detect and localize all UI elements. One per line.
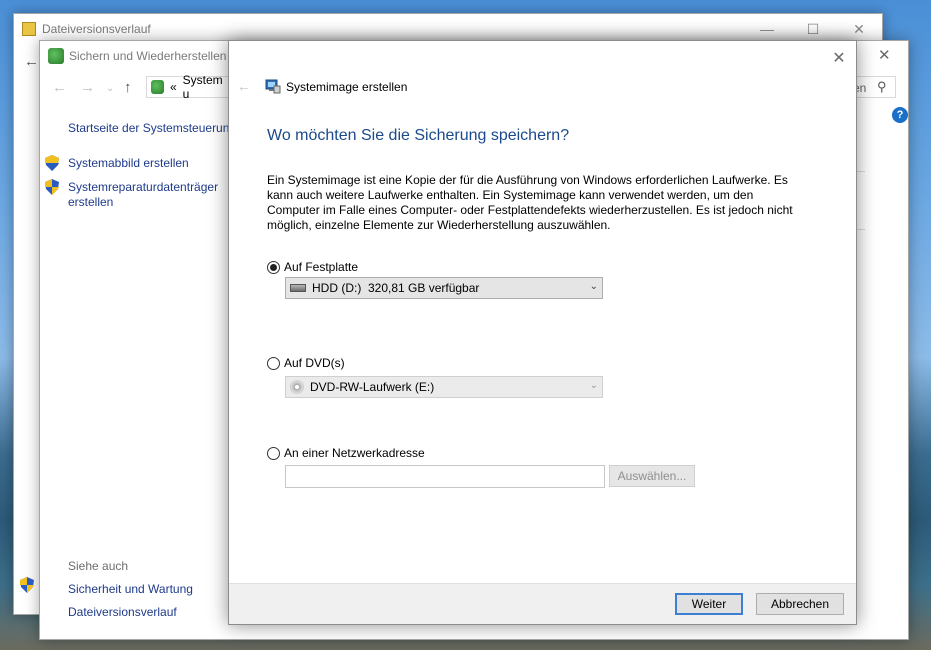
dialog-title: Systemimage erstellen — [286, 80, 408, 94]
cancel-button[interactable]: Abbrechen — [756, 593, 844, 615]
help-icon[interactable]: ? — [892, 107, 908, 123]
address-bar[interactable]: « System u — [146, 73, 230, 101]
system-image-icon — [265, 78, 281, 94]
shield-icon — [45, 179, 59, 195]
see-also-label: Siehe auch — [68, 559, 129, 573]
hard-disk-radio[interactable] — [267, 261, 280, 274]
hard-disk-selected: HDD (D:) 320,81 GB verfügbar — [312, 281, 480, 295]
address-text: System u — [182, 73, 223, 101]
network-label[interactable]: An einer Netzwerkadresse — [284, 446, 425, 460]
hard-disk-label[interactable]: Auf Festplatte — [284, 260, 358, 274]
network-address-input — [285, 465, 605, 488]
close-icon[interactable]: ✕ — [878, 46, 891, 64]
browse-button: Auswählen... — [609, 465, 695, 487]
close-icon[interactable]: ✕ — [828, 47, 850, 69]
dvd-radio[interactable] — [267, 357, 280, 370]
file-history-title: Dateiversionsverlauf — [42, 22, 151, 36]
task-create-system-image[interactable]: Systemabbild erstellen — [68, 156, 189, 171]
system-image-dialog: ✕ ← Systemimage erstellen Wo möchten Sie… — [228, 40, 857, 625]
dialog-heading: Wo möchten Sie die Sicherung speichern? — [267, 127, 570, 144]
see-also-file-history[interactable]: Dateiversionsverlauf — [68, 605, 177, 620]
chevron-down-icon: ⌄ — [589, 380, 598, 391]
backup-restore-app-icon — [48, 48, 64, 64]
backup-restore-title: Sichern und Wiederherstellen ( — [69, 49, 234, 63]
chevron-down-icon: ⌄ — [589, 281, 598, 292]
back-arrow-icon[interactable]: ← — [237, 78, 251, 94]
hard-drive-icon — [290, 284, 306, 292]
dvd-label[interactable]: Auf DVD(s) — [284, 356, 345, 370]
nav-recent-chevron-icon[interactable]: ⌄ — [106, 83, 114, 94]
search-icon: ⚲ — [877, 79, 887, 94]
nav-up-icon[interactable]: ↑ — [124, 79, 132, 96]
task-create-repair-disc[interactable]: Systemreparaturdatenträger erstellen — [68, 180, 218, 210]
address-prefix: « — [169, 80, 177, 94]
control-panel-home-link[interactable]: Startseite der Systemsteuerung — [68, 121, 236, 136]
back-arrow-icon[interactable]: ← — [24, 53, 39, 70]
next-button[interactable]: Weiter — [675, 593, 743, 615]
address-icon — [151, 80, 164, 94]
shield-icon — [20, 577, 34, 593]
nav-back-icon[interactable]: ← — [52, 79, 67, 96]
dvd-select: DVD-RW-Laufwerk (E:) ⌄ — [285, 376, 603, 398]
shield-icon — [45, 155, 59, 171]
task-create-repair-disc-line2: erstellen — [68, 195, 114, 209]
dvd-drive-icon — [290, 380, 304, 394]
see-also-security-maintenance[interactable]: Sicherheit und Wartung — [68, 582, 193, 597]
dialog-description: Ein Systemimage ist eine Kopie der für d… — [267, 173, 793, 232]
network-radio[interactable] — [267, 447, 280, 460]
dvd-selected: DVD-RW-Laufwerk (E:) — [310, 380, 435, 394]
file-history-app-icon — [22, 22, 36, 36]
dialog-footer: Weiter Abbrechen — [229, 583, 856, 624]
task-create-repair-disc-line1: Systemreparaturdatenträger — [68, 180, 219, 194]
nav-forward-icon[interactable]: → — [80, 79, 95, 96]
hard-disk-select[interactable]: HDD (D:) 320,81 GB verfügbar ⌄ — [285, 277, 603, 299]
